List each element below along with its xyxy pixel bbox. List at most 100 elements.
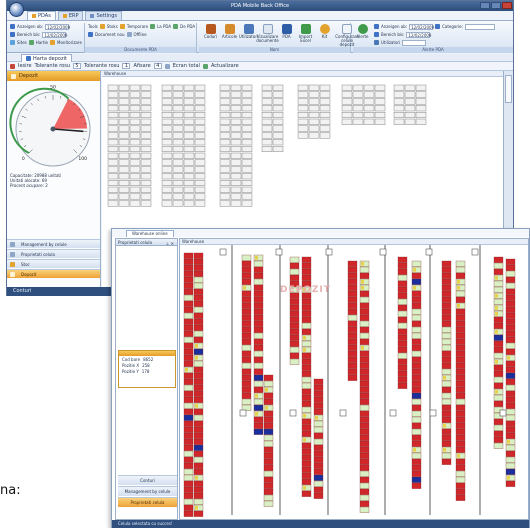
- rack-cell: [455, 392, 466, 399]
- ecran-total-button[interactable]: Ecran total: [173, 63, 200, 69]
- tools-button[interactable]: Tools: [88, 24, 98, 29]
- overview-cell: [107, 91, 119, 98]
- warehouse-detail-map[interactable]: Warehouse DEPOZIT: [179, 238, 529, 520]
- rack-cell: [411, 320, 422, 327]
- rack-cell: [263, 374, 274, 381]
- alerte-button[interactable]: Alerte: [355, 24, 370, 39]
- rack-cell: [411, 452, 422, 459]
- display-field[interactable]: 4: [153, 63, 162, 69]
- nav-proprietati-celula[interactable]: Proprietati celula: [7, 249, 100, 258]
- tab-harta-depozit[interactable]: Harta depozit: [21, 54, 72, 62]
- actualizare-button[interactable]: Actualizare: [211, 63, 239, 69]
- overview-cell: [183, 98, 195, 105]
- monitorizare-button[interactable]: Monitorizare: [57, 40, 82, 45]
- ribbon-tab-settings[interactable]: Settings: [85, 11, 122, 20]
- overview-cell: [129, 159, 141, 166]
- overview-cell: [241, 159, 253, 166]
- date-to-field[interactable]: 12/02/2009: [42, 31, 67, 38]
- nav-stoc[interactable]: Stoc: [7, 259, 100, 268]
- tolerance-field-2[interactable]: 1: [122, 63, 131, 69]
- alert-date-from-field[interactable]: 12/02/2009: [409, 23, 434, 30]
- vizualizare-documente-button[interactable]: Vizualizare documente: [256, 24, 279, 47]
- pin-icon[interactable]: ⊥ ✕: [166, 240, 174, 247]
- date-from-field[interactable]: 12/02/2009: [45, 23, 70, 30]
- category-select[interactable]: [464, 23, 495, 30]
- ribbon-tab-pdas[interactable]: PDAs: [27, 11, 56, 20]
- alert-users-button[interactable]: Utilizatori: [381, 40, 400, 45]
- rack-cell: [411, 428, 422, 435]
- rack-cell-marker: [243, 286, 246, 290]
- filter-icon: [10, 24, 15, 29]
- rack-cell: [313, 408, 324, 415]
- rack-cell: [347, 356, 358, 363]
- overview-cell: [219, 152, 231, 159]
- rack-cell: [313, 432, 324, 439]
- coduri-button[interactable]: Coduri: [203, 24, 218, 47]
- rack-cell: [441, 458, 452, 465]
- import-excel-button[interactable]: Import Excel: [298, 24, 313, 47]
- rack-cell: [193, 492, 204, 499]
- rack-cell: [441, 440, 452, 447]
- nav-management-celule[interactable]: Management by celule: [7, 239, 100, 248]
- stoks-button[interactable]: Stoks: [107, 24, 118, 29]
- stock-icon: [99, 24, 105, 29]
- overview-cell: [230, 159, 242, 166]
- overview-cell: [118, 159, 130, 166]
- nav-conturi[interactable]: Conturi: [118, 475, 177, 485]
- rack-cell: [455, 464, 466, 471]
- rack-cell: [359, 368, 370, 375]
- offline-button[interactable]: Offline: [134, 32, 147, 37]
- rack-cell: [347, 362, 358, 369]
- app-menu-orb-button[interactable]: [9, 2, 24, 17]
- users-icon: [243, 24, 254, 34]
- nav-management-celule[interactable]: Management by celule: [118, 486, 177, 496]
- rack-cell: [505, 264, 516, 271]
- warehouse-racks-svg[interactable]: [180, 245, 530, 521]
- rack-cell: [183, 258, 194, 265]
- afisare-button[interactable]: Afisare: [133, 63, 150, 69]
- rack-cell: [493, 430, 504, 437]
- temporare-button[interactable]: Temporare: [127, 24, 148, 29]
- tab-warehouse-online[interactable]: Warehouse online: [126, 230, 174, 237]
- ribbon-group-caption: Nom: [199, 47, 350, 53]
- rack-cell-marker: [255, 256, 258, 260]
- overview-cell: [363, 91, 375, 98]
- tolerance-field-1[interactable]: 5: [73, 63, 82, 69]
- rack-cell: [183, 450, 194, 457]
- alert-date-to-field[interactable]: 12/02/2009: [406, 31, 431, 38]
- overview-cell: [219, 159, 231, 166]
- rack-cell: [301, 310, 312, 317]
- warehouse-icon: [10, 272, 15, 277]
- rack-cell: [455, 494, 466, 501]
- articole-button[interactable]: Articole: [222, 24, 237, 47]
- overview-cell: [404, 98, 416, 105]
- ribbon-group-documents: Tools Stoks Temporare La PDA De PDA Docu…: [85, 23, 197, 53]
- rack-cell: [441, 452, 452, 459]
- utilizatori-button[interactable]: Utilizatori: [239, 24, 258, 47]
- nav-proprietati-celula[interactable]: Proprietati celula: [118, 497, 177, 507]
- legend-tab[interactable]: [505, 75, 512, 103]
- rack-cell: [241, 338, 252, 345]
- rack-cell: [455, 416, 466, 423]
- kit-button[interactable]: Kit: [317, 24, 332, 47]
- document-nou-button[interactable]: Document nou: [95, 32, 125, 37]
- minimize-button[interactable]: [480, 2, 490, 9]
- overview-cell: [194, 152, 206, 159]
- nav-depozit[interactable]: Depozit: [7, 269, 100, 278]
- document-tab-strip: Harta depozit: [7, 54, 513, 62]
- ribbon-tab-erp[interactable]: ERP: [57, 11, 84, 20]
- rack-cell: [253, 308, 264, 315]
- maximize-button[interactable]: [491, 2, 501, 9]
- exit-icon: [10, 63, 15, 69]
- la-pda-button[interactable]: La PDA: [157, 24, 171, 29]
- overview-cell: [241, 118, 253, 125]
- rack-cell: [301, 394, 312, 401]
- close-button[interactable]: [502, 2, 512, 9]
- pda-button[interactable]: PDA: [279, 24, 294, 47]
- sites-button[interactable]: Sites: [17, 40, 27, 45]
- hartie-button[interactable]: Hartie: [36, 40, 48, 45]
- rack-cell: [241, 308, 252, 315]
- iesire-button[interactable]: Iesire: [18, 63, 32, 69]
- alert-users-field[interactable]: [402, 39, 427, 46]
- de-pda-button[interactable]: De PDA: [180, 24, 195, 29]
